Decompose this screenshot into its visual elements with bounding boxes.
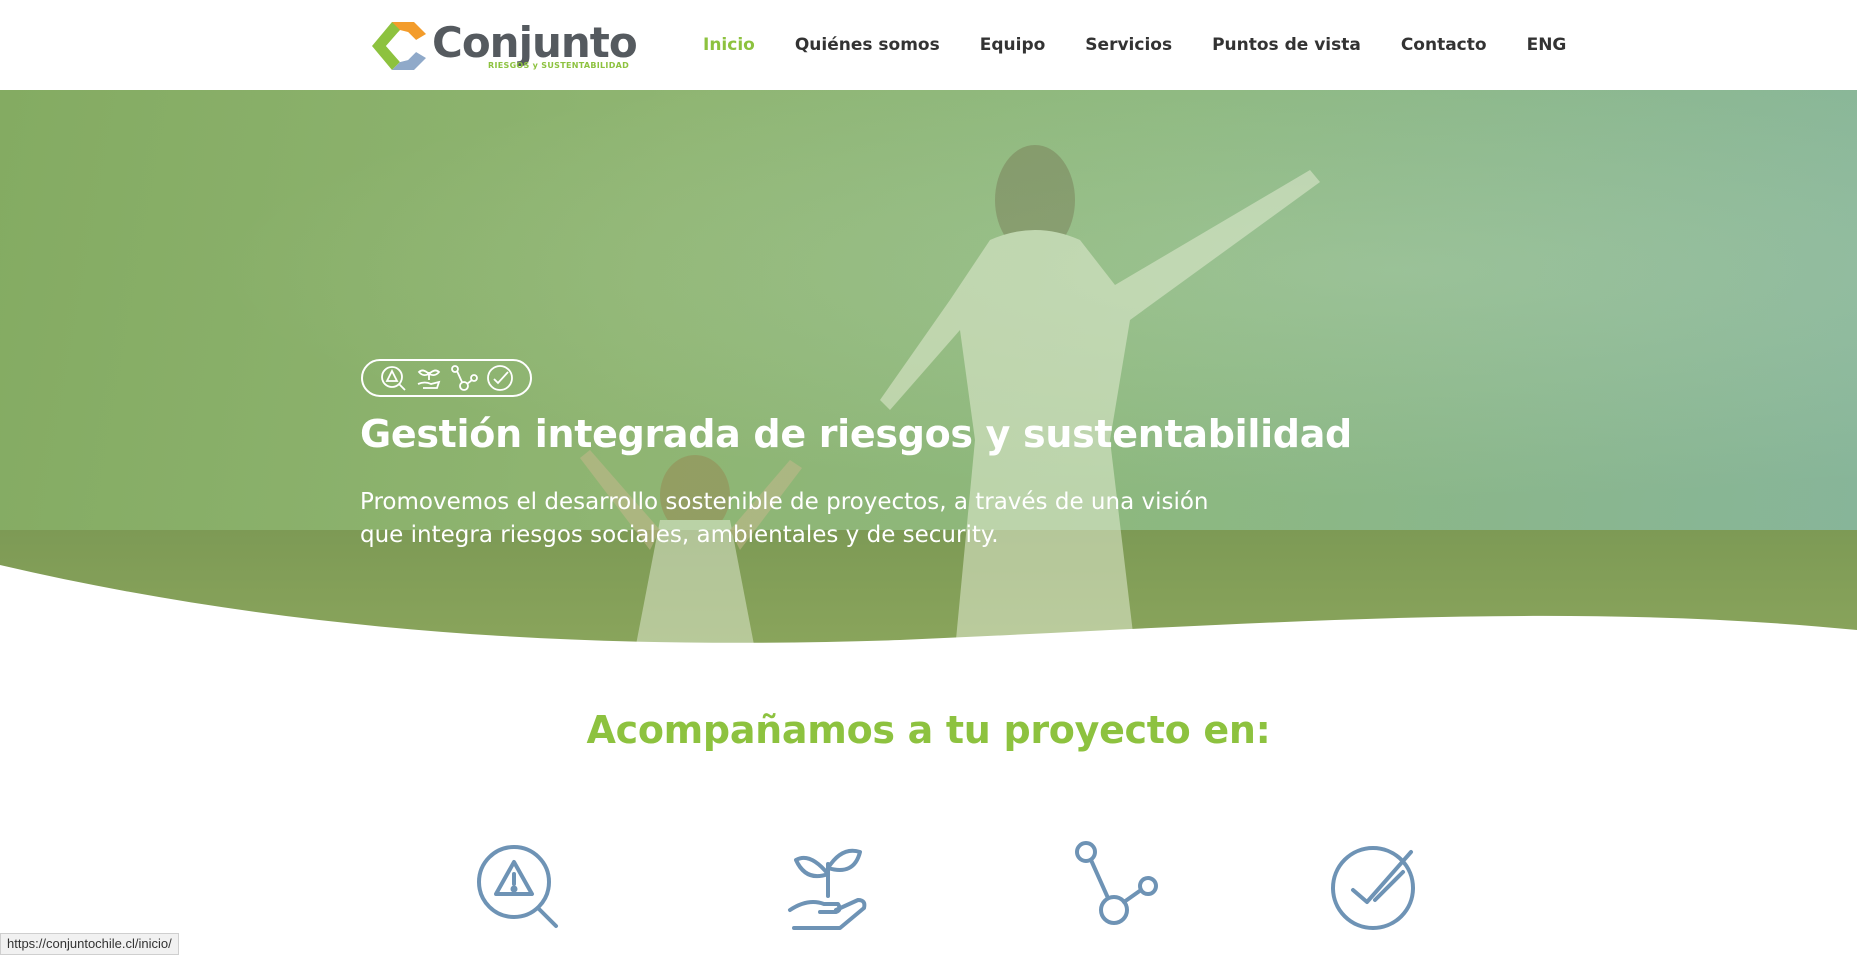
nav-item-equipo[interactable]: Equipo (980, 35, 1046, 55)
hero-title: Gestión integrada de riesgos y sustentab… (360, 412, 1352, 456)
plant-hand-icon (788, 848, 867, 930)
nav-item-language-eng[interactable]: ENG (1527, 35, 1567, 55)
hero-services-badge (361, 359, 532, 397)
hero-subtitle-line-2: que integra riesgos sociales, ambientale… (360, 522, 999, 548)
service-sustainability-icon[interactable] (780, 838, 876, 934)
section-title: Acompañamos a tu proyecto en: (586, 708, 1271, 752)
main-nav: Inicio Quiénes somos Equipo Servicios Pu… (703, 30, 1566, 60)
site-header: Conjunto RIESGOS y SUSTENTABILIDAD Inici… (0, 0, 1857, 90)
service-compliance-icon[interactable] (1327, 838, 1423, 934)
hero-wave-divider (0, 565, 1857, 665)
service-security-icon[interactable] (1066, 838, 1162, 934)
nav-item-inicio[interactable]: Inicio (703, 35, 755, 55)
plant-hand-icon (417, 369, 440, 389)
nav-item-quienes-somos[interactable]: Quiénes somos (795, 35, 940, 55)
check-circle-icon (1331, 846, 1415, 930)
network-icon (451, 365, 479, 391)
nav-item-servicios[interactable]: Servicios (1085, 35, 1172, 55)
hero-subtitle: Promovemos el desarrollo sostenible de p… (360, 486, 1220, 552)
nav-item-contacto[interactable]: Contacto (1401, 35, 1487, 55)
nav-item-puntos-de-vista[interactable]: Puntos de vista (1212, 35, 1361, 55)
logo[interactable]: Conjunto RIESGOS y SUSTENTABILIDAD (370, 18, 638, 73)
warning-search-icon (380, 366, 406, 391)
hero-subtitle-line-1: Promovemos el desarrollo sostenible de p… (360, 489, 1209, 515)
network-icon (1075, 841, 1158, 925)
logo-mark-icon (372, 22, 426, 70)
check-circle-icon (487, 365, 514, 391)
warning-search-icon (477, 845, 558, 928)
browser-status-bar-url: https://conjuntochile.cl/inicio/ (0, 933, 179, 955)
logo-tagline: RIESGOS y SUSTENTABILIDAD (488, 61, 630, 70)
service-risk-icon[interactable] (470, 838, 566, 934)
